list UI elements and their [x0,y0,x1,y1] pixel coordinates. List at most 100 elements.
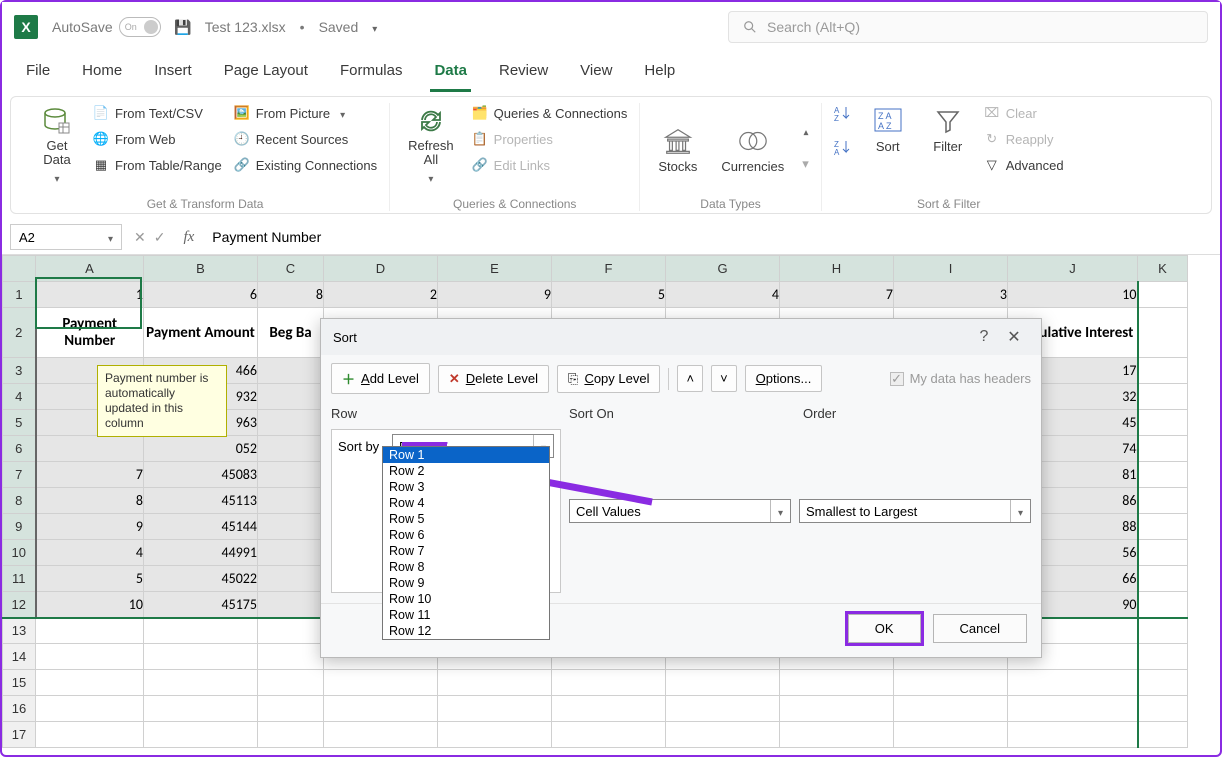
cell[interactable] [36,436,144,462]
cell[interactable]: 2 [324,282,438,308]
cell[interactable] [666,722,780,748]
cell[interactable] [258,566,324,592]
filter-button[interactable]: Filter [924,103,972,156]
cell[interactable] [258,462,324,488]
dropdown-item[interactable]: Row 10 [383,591,549,607]
cell[interactable] [258,436,324,462]
cell[interactable] [1138,514,1188,540]
cell[interactable]: 7 [780,282,894,308]
cell[interactable] [1138,540,1188,566]
dropdown-item[interactable]: Row 5 [383,511,549,527]
cell[interactable] [36,670,144,696]
toggle-pill[interactable]: On [119,17,161,37]
cell[interactable]: 9 [438,282,552,308]
advanced-filter-button[interactable]: ▽Advanced [984,155,1064,175]
cell[interactable] [36,722,144,748]
cell[interactable] [438,670,552,696]
cell[interactable] [1138,410,1188,436]
cell[interactable] [1138,358,1188,384]
sorton-combo[interactable]: Cell Values [569,499,791,523]
cell[interactable]: 4 [36,540,144,566]
cell[interactable] [258,644,324,670]
filename-dropdown[interactable] [372,19,377,35]
cell[interactable] [552,670,666,696]
cell[interactable] [258,514,324,540]
formula-input[interactable] [206,224,1212,250]
close-button[interactable]: ✕ [999,327,1029,347]
fx-icon[interactable]: fx [177,229,200,246]
row-header[interactable]: 6 [3,436,36,462]
search-box[interactable]: Search (Alt+Q) [728,11,1208,43]
cell[interactable]: 45022 [144,566,258,592]
cell[interactable] [1008,722,1138,748]
cell[interactable]: 45175 [144,592,258,618]
tab-home[interactable]: Home [78,56,126,92]
cell[interactable]: 7 [36,462,144,488]
sort-asc-button[interactable]: AZ [834,103,852,123]
queries-connections-button[interactable]: 🗂️Queries & Connections [472,103,628,123]
my-data-has-headers-checkbox[interactable]: ✓ My data has headers [890,371,1031,386]
column-header[interactable]: G [666,256,780,282]
cell[interactable] [258,488,324,514]
cell[interactable] [258,384,324,410]
from-table-range-button[interactable]: ▦From Table/Range [93,155,222,175]
cell[interactable] [780,696,894,722]
tab-page-layout[interactable]: Page Layout [220,56,312,92]
cell[interactable] [1008,696,1138,722]
row-header[interactable]: 8 [3,488,36,514]
move-down-button[interactable]: ˅ [711,365,737,392]
cell[interactable] [144,696,258,722]
cell[interactable] [894,722,1008,748]
accept-formula-icon[interactable]: ✓ [154,229,166,246]
column-header[interactable]: I [894,256,1008,282]
name-box[interactable]: A2 [10,224,122,250]
currencies-datatype-button[interactable]: Currencies [715,123,790,176]
from-web-button[interactable]: 🌐From Web [93,129,222,149]
cell[interactable] [552,722,666,748]
refresh-all-button[interactable]: Refresh All [402,103,460,187]
cell[interactable] [1138,618,1188,644]
cell[interactable] [36,618,144,644]
from-text-csv-button[interactable]: 📄From Text/CSV [93,103,222,123]
order-combo[interactable]: Smallest to Largest [799,499,1031,523]
row-header[interactable]: 4 [3,384,36,410]
row-header[interactable]: 12 [3,592,36,618]
cell[interactable] [258,722,324,748]
delete-level-button[interactable]: ✕Delete Level [438,365,549,393]
datatype-more-icon[interactable]: ▾ [802,156,809,172]
cell[interactable] [258,618,324,644]
row-header[interactable]: 13 [3,618,36,644]
cell[interactable] [1138,696,1188,722]
get-data-button[interactable]: Get Data [33,103,81,187]
tab-file[interactable]: File [22,56,54,92]
dropdown-item[interactable]: Row 11 [383,607,549,623]
cell[interactable] [144,670,258,696]
cell[interactable] [438,722,552,748]
cell[interactable]: 4 [666,282,780,308]
cell[interactable] [666,696,780,722]
cell[interactable] [144,722,258,748]
row-header[interactable]: 5 [3,410,36,436]
tab-data[interactable]: Data [430,56,471,92]
help-button[interactable]: ? [969,328,999,346]
existing-connections-button[interactable]: 🔗Existing Connections [234,155,377,175]
column-header[interactable]: C [258,256,324,282]
dropdown-item[interactable]: Row 6 [383,527,549,543]
dropdown-item[interactable]: Row 3 [383,479,549,495]
tab-formulas[interactable]: Formulas [336,56,407,92]
cell[interactable]: 10 [1008,282,1138,308]
cell[interactable] [438,696,552,722]
cell[interactable] [1138,488,1188,514]
cell[interactable] [324,670,438,696]
sortby-dropdown-list[interactable]: Row 1Row 2Row 3Row 4Row 5Row 6Row 7Row 8… [382,446,550,640]
column-header[interactable]: D [324,256,438,282]
autosave-toggle[interactable]: AutoSave On [52,17,161,37]
cell[interactable] [1138,722,1188,748]
tab-view[interactable]: View [576,56,616,92]
add-level-button[interactable]: ＋Add Level [331,363,430,394]
cell[interactable]: Beg Ba [258,308,324,358]
column-header[interactable]: H [780,256,894,282]
cell[interactable] [258,592,324,618]
cell[interactable] [1138,308,1188,358]
cell[interactable]: 44991 [144,540,258,566]
